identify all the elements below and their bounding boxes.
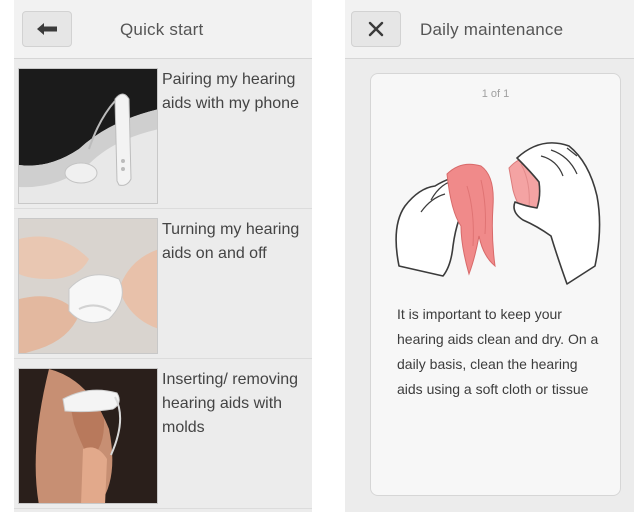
inserting-thumbnail (18, 368, 158, 504)
close-icon (368, 21, 384, 37)
list-item-label: Pairing my hearing aids with my phone (162, 71, 299, 112)
instruction-text: It is important to keep your hearing aid… (397, 306, 599, 397)
daily-maintenance-screen: Daily maintenance 1 of 1 It is important… (345, 0, 634, 512)
list-item-label: Inserting/ removing hearing aids with mo… (162, 371, 299, 436)
page-title: Quick start (120, 20, 204, 39)
quick-start-header: Quick start (14, 0, 312, 59)
quick-start-screen: Quick start Pairing my hearing aids with… (14, 0, 312, 512)
list-item-on-off[interactable]: Turning my hearing aids on and off (14, 214, 312, 359)
pager-indicator: 1 of 1 (481, 88, 510, 100)
instruction-card: 1 of 1 It is important to keep your hear… (370, 73, 621, 496)
list-item-inserting[interactable]: Inserting/ removing hearing aids with mo… (14, 364, 312, 509)
cleaning-illustration (395, 142, 601, 285)
close-button[interactable] (351, 11, 401, 47)
page-title: Daily maintenance (420, 20, 564, 39)
pairing-thumbnail (18, 68, 158, 204)
list-item-pairing[interactable]: Pairing my hearing aids with my phone (14, 64, 312, 209)
daily-maintenance-header: Daily maintenance (345, 0, 634, 59)
on-off-thumbnail (18, 218, 158, 354)
back-button[interactable] (22, 11, 72, 47)
list-item-label: Turning my hearing aids on and off (162, 221, 300, 262)
arrow-left-icon (37, 23, 57, 35)
